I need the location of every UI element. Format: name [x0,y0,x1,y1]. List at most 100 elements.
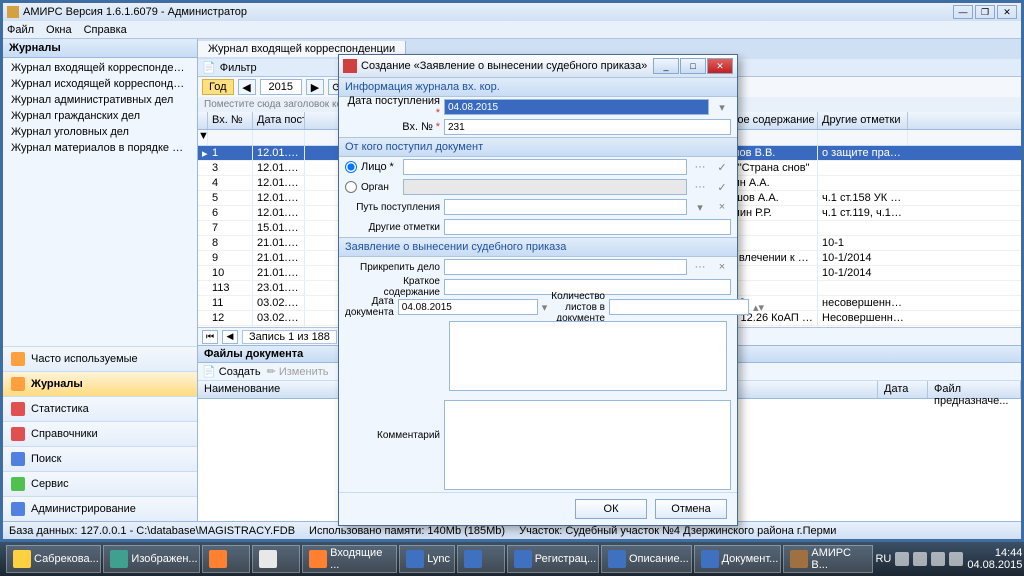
radio-organ[interactable] [345,181,357,193]
taskbar-item[interactable]: АМИРС В... [783,545,873,573]
section-icon [11,502,25,516]
comment-label: Комментарий [345,400,440,490]
col-date[interactable]: Дата поступл [253,112,305,129]
attach-label: Прикрепить дело [345,262,440,273]
minimize-button[interactable]: — [953,5,973,19]
filter-icon[interactable]: 📄 [202,61,216,74]
other-input[interactable] [444,219,731,235]
taskbar-item[interactable] [202,545,250,573]
organ-input [403,179,687,195]
docdate-label: Дата документа [345,296,394,318]
taskbar-item[interactable]: Lync [399,545,455,573]
vx-input[interactable] [444,119,731,135]
dialog-close[interactable]: ✕ [707,58,733,74]
date-in-input[interactable] [444,99,709,115]
files-col-purpose[interactable]: Файл предназначе... [928,381,1021,398]
sidebar: Журналы Журнал входящей корреспонденцииЖ… [3,39,198,521]
sidebar-section[interactable]: Статистика [3,396,197,421]
menu-file[interactable]: Файл [7,24,34,36]
dialog-minimize[interactable]: _ [653,58,679,74]
sheets-spinner-icon[interactable]: ▴▾ [753,301,764,314]
person-check-icon[interactable]: ✓ [713,161,731,174]
ok-button[interactable]: ОК [575,499,647,519]
app-icon [608,550,626,568]
year-prev-button[interactable]: ◀ [238,79,256,95]
attach-input[interactable] [444,259,687,275]
files-col-date[interactable]: Дата [878,381,928,398]
radio-person[interactable] [345,161,357,173]
menu-help[interactable]: Справка [84,24,127,36]
status-db: База данных: 127.0.0.1 - C:\database\MAG… [9,525,295,537]
path-input[interactable] [444,199,687,215]
path-dropdown-icon[interactable]: ▾ [691,201,709,214]
sidebar-section[interactable]: Часто используемые [3,346,197,371]
content-textarea[interactable] [449,321,727,391]
organ-check-icon[interactable]: ✓ [713,181,731,194]
filter-label[interactable]: Фильтр [220,62,257,74]
taskbar-item[interactable]: Сабрекова... [6,545,101,573]
sidebar-section[interactable]: Журналы [3,371,197,396]
section-label: Журналы [31,378,83,390]
status-loc: Участок: Судебный участок №4 Дзержинског… [519,525,836,537]
taskbar: Сабрекова...Изображен... Входящие ...Lync… [0,542,1024,576]
nav-first[interactable]: ⏮ [202,330,218,344]
dialog-create-statement: Создание «Заявление о вынесении судебног… [338,54,738,526]
sidebar-item[interactable]: Журнал административных дел [3,92,197,108]
docdate-input[interactable] [398,299,538,315]
app-title: АМИРС Версия 1.6.1.6079 - Администратор [23,6,247,18]
nav-prev[interactable]: ◀ [222,330,238,344]
attach-clear-icon[interactable]: × [713,261,731,273]
sidebar-item[interactable]: Журнал исходящей корреспонденции [3,76,197,92]
year-value[interactable]: 2015 [260,79,302,95]
section-icon [11,452,25,466]
sidebar-header[interactable]: Журналы [3,39,197,58]
taskbar-item[interactable] [457,545,505,573]
tray-icon[interactable] [913,552,927,566]
cancel-button[interactable]: Отмена [655,499,727,519]
sheets-input[interactable] [609,299,749,315]
section-label: Статистика [31,403,89,415]
restore-button[interactable]: ❐ [975,5,995,19]
clock[interactable]: 14:44 04.08.2015 [967,547,1022,571]
sidebar-item[interactable]: Журнал материалов в порядке исполнения р… [3,140,197,156]
section-icon [11,352,25,366]
section-icon [11,377,25,391]
attach-browse-icon[interactable]: ··· [691,261,709,273]
files-create[interactable]: 📄 Создать [202,365,261,378]
dialog-titlebar[interactable]: Создание «Заявление о вынесении судебног… [339,55,737,77]
path-clear-icon[interactable]: × [713,201,731,213]
year-next-button[interactable]: ▶ [306,79,324,95]
tray-icon[interactable] [931,552,945,566]
dialog-maximize[interactable]: □ [680,58,706,74]
taskbar-item[interactable] [252,545,300,573]
taskbar-item[interactable]: Описание... [601,545,692,573]
sidebar-section[interactable]: Администрирование [3,496,197,521]
files-edit[interactable]: ✏ Изменить [267,365,329,378]
person-more-icon[interactable]: ··· [691,161,709,173]
comment-textarea[interactable] [444,400,731,490]
sidebar-item[interactable]: Журнал входящей корреспонденции [3,60,197,76]
docdate-dropdown-icon[interactable]: ▾ [542,301,548,314]
sidebar-section[interactable]: Справочники [3,421,197,446]
close-button[interactable]: ✕ [997,5,1017,19]
col-other[interactable]: Другие отметки [818,112,908,129]
date-in-dropdown-icon[interactable]: ▾ [713,101,731,114]
person-input[interactable] [403,159,687,175]
organ-dropdown-icon[interactable]: ··· [691,181,709,193]
person-label: Лицо * [361,161,399,173]
menu-windows[interactable]: Окна [46,24,72,36]
taskbar-item[interactable]: Регистрац... [507,545,599,573]
sidebar-item[interactable]: Журнал гражданских дел [3,108,197,124]
tray-icon[interactable] [949,552,963,566]
app-icon [110,550,128,568]
sidebar-item[interactable]: Журнал уголовных дел [3,124,197,140]
tray-icon[interactable] [895,552,909,566]
lang-indicator[interactable]: RU [875,553,891,565]
taskbar-item[interactable]: Документ... [694,545,782,573]
col-vx[interactable]: Вх. № [208,112,253,129]
sidebar-section[interactable]: Поиск [3,446,197,471]
sidebar-section[interactable]: Сервис [3,471,197,496]
taskbar-item[interactable]: Изображен... [103,545,200,573]
app-icon [259,550,277,568]
taskbar-item[interactable]: Входящие ... [302,545,397,573]
